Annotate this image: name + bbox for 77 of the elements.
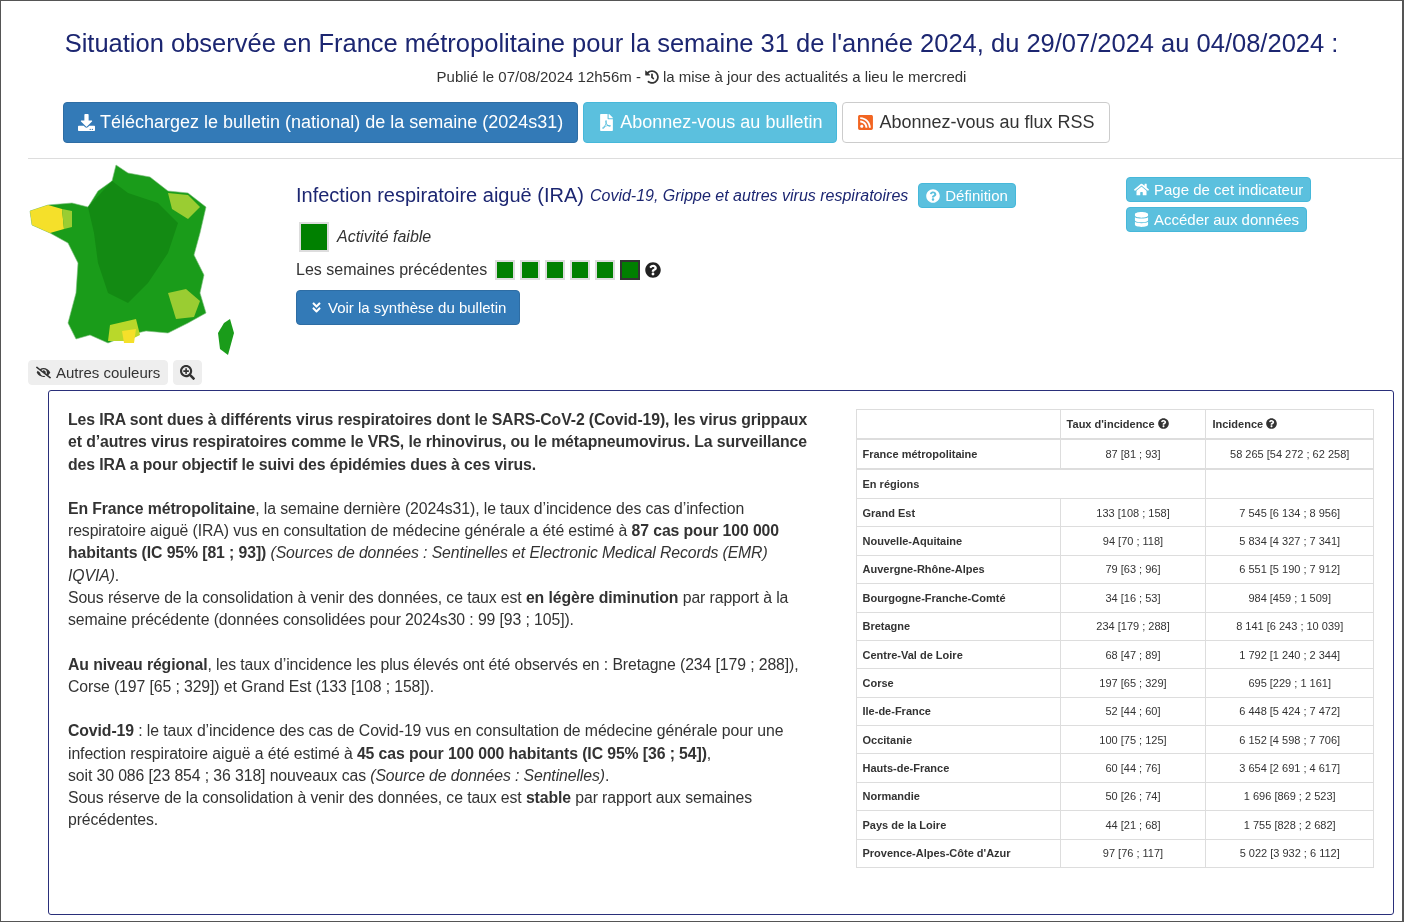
region-cell: Pays de la Loire [856, 810, 1061, 840]
region-cell: Nouvelle-Aquitaine [856, 526, 1061, 556]
rate-cell: 68 [47 ; 89] [1060, 640, 1206, 669]
rate-cell: 50 [26 ; 74] [1060, 782, 1206, 811]
colors-button[interactable]: Autres couleurs [28, 360, 169, 385]
zoom-button[interactable] [173, 360, 203, 385]
rate-cell: 44 [21 ; 68] [1060, 810, 1206, 840]
page-title: Situation observée en France métropolitaine pour la semaine 31 de l'année 2024, du 29/07/2024 au 04/08/2024 : [63, 29, 1340, 58]
zoom-icon [180, 365, 196, 380]
count-cell: 984 [459 ; 1 509] [1205, 583, 1374, 613]
region-cell: Hauts-de-France [856, 753, 1061, 783]
region-cell: France métropolitaine [856, 438, 1061, 470]
home-icon [1134, 182, 1149, 197]
download-icon [78, 114, 95, 131]
rate-cell: 197 [65 ; 329] [1060, 668, 1206, 698]
rate-cell: 52 [44 ; 60] [1060, 697, 1206, 726]
section-cell: En régions [856, 469, 1206, 499]
help-icon[interactable] [1157, 417, 1169, 429]
activity-label: Activité faible [337, 228, 432, 246]
count-cell: 7 545 [6 134 ; 8 956] [1205, 498, 1374, 527]
count-cell: 695 [229 ; 1 161] [1205, 668, 1374, 698]
region-cell: Provence-Alpes-Côte d'Azur [856, 839, 1061, 868]
region-cell: Occitanie [856, 725, 1061, 754]
summary-text: Au niveau régional, les taux d’incidence les plus élevés ont été observés en : Bretagne (234 [179 ; 288]), Corse (197 [65 ; 329]) et Grand Est (133 [108 ; 158]). [68, 654, 800, 697]
database-icon [1134, 212, 1149, 227]
region-cell: Centre-Val de Loire [856, 640, 1061, 669]
summary-text: En France métropolitaine, la semaine dernière (2024s31), le taux d’incidence des cas d’infection respiratoire aiguë (IRA) vus en consultation de médecine générale a été estimé à 87 cas pour 100 000 habitants (IC 95% [81 ; 93]) (Sources de données : Sentinelles et Electronic Medical Records (EMR) IQVIA). [68, 498, 780, 586]
rate-cell: 79 [63 ; 96] [1060, 555, 1206, 584]
rate-cell: 87 [81 ; 93] [1060, 438, 1206, 470]
summary-text: Sous réserve de la consolidation à venir des données, ce taux est stable par rapport aux semaines précédentes. [68, 788, 753, 831]
count-cell: 58 265 [54 272 ; 62 258] [1205, 438, 1374, 470]
indicator-name: Infection respiratoire aiguë (IRA) [296, 184, 584, 207]
rate-cell: 94 [70 ; 118] [1060, 526, 1206, 556]
history-icon [644, 69, 659, 84]
column-header: Incidence [1205, 409, 1374, 439]
rate-cell: 97 [76 ; 117] [1060, 839, 1206, 868]
count-cell: 6 551 [5 190 ; 7 912] [1205, 555, 1374, 584]
help-icon[interactable] [645, 262, 662, 278]
download-button[interactable]: Téléchargez le bulletin (national) de la semaine (2024s31) [63, 102, 579, 143]
rate-cell: 133 [108 ; 158] [1060, 498, 1206, 527]
region-cell: Auvergne-Rhône-Alpes [856, 555, 1061, 584]
region-cell: Bretagne [856, 612, 1061, 641]
rate-cell: 34 [16 ; 53] [1060, 583, 1206, 613]
count-cell: 5 834 [4 327 ; 7 341] [1205, 526, 1374, 556]
summary-text: Les IRA sont dues à différents virus respiratoires dont le SARS-CoV-2 (Covid-19), les virus grippaux et d’autres virus respiratoires comme le VRS, le rhinovirus, ou le métapneumovirus. La surveillance des IRA a pour objectif le suivi des épidémies dues à ces virus. [68, 410, 809, 475]
region-cell: Ile-de-France [856, 697, 1061, 726]
count-cell: 5 022 [3 932 ; 6 112] [1205, 839, 1374, 868]
subscribe-button[interactable]: Abonnez-vous au flux RSS [842, 102, 1110, 143]
week-swatch[interactable] [620, 260, 641, 280]
region-cell: Corse [856, 668, 1061, 698]
eye-slash-icon [36, 365, 51, 380]
region-cell: Grand Est [856, 498, 1061, 527]
indicator-subtitle: Covid-19, Grippe et autres virus respiratoires [589, 186, 909, 205]
count-cell: 1 792 [1 240 ; 2 344] [1205, 640, 1374, 669]
update-note: la mise à jour des actualités a lieu le mercredi [662, 68, 967, 85]
rate-cell: 234 [179 ; 288] [1060, 612, 1206, 641]
summary-text: Sous réserve de la consolidation à venir des données, ce taux est en légère diminution par rapport à la semaine précédente (données consolidées pour 2024s30 : 99 [93 ; 105]). [68, 588, 790, 631]
summary-text: soit 30 086 [23 854 ; 36 318] nouveaux cas (Source de données : Sentinelles). [68, 765, 611, 786]
count-cell: 6 152 [4 598 ; 7 706] [1205, 725, 1374, 754]
chevrons-down-icon [310, 301, 323, 314]
pdf-icon [598, 114, 616, 131]
count-cell: 1 696 [869 ; 2 523] [1205, 782, 1374, 811]
count-cell: 6 448 [5 424 ; 7 472] [1205, 697, 1374, 726]
region-cell: Normandie [856, 782, 1061, 811]
published-date: Publié le 07/08/2024 12h56m - [436, 68, 641, 85]
count-cell: 3 654 [2 691 ; 4 617] [1205, 753, 1374, 783]
previous-weeks-label: Les semaines précédentes [296, 261, 488, 279]
rate-cell: 60 [44 ; 76] [1060, 753, 1206, 783]
rss-icon [857, 114, 875, 131]
help-icon [926, 188, 941, 203]
count-cell: 1 755 [828 ; 2 682] [1205, 810, 1374, 840]
region-cell: Bourgogne-Franche-Comté [856, 583, 1061, 613]
summary-button[interactable]: Voir la synthèse du bulletin [296, 290, 521, 325]
column-header: Taux d'incidence [1060, 409, 1206, 439]
help-icon[interactable] [1266, 417, 1278, 429]
rate-cell: 100 [75 ; 125] [1060, 725, 1206, 754]
count-cell: 8 141 [6 243 ; 10 039] [1205, 612, 1374, 641]
